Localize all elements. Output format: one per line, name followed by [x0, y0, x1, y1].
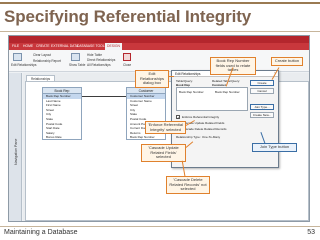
- create-new-button[interactable]: Create New...: [250, 112, 274, 118]
- relationship-line[interactable]: [82, 96, 126, 97]
- navigation-pane-label: Navigation Pane: [14, 138, 18, 165]
- show-table-button[interactable]: Show Table: [69, 63, 85, 67]
- relationship-report-button[interactable]: Relationship Report: [33, 59, 61, 63]
- hide-table-button[interactable]: Hide Table: [87, 53, 102, 57]
- table-field: Book Rep Number: [130, 135, 155, 140]
- access-screenshot: FILE HOME CREATE EXTERNAL DATA DATABASE …: [8, 35, 310, 222]
- callout-join-type-button: Join Type button: [252, 143, 297, 152]
- enforce-ri-checkbox[interactable]: [176, 115, 180, 119]
- callout-arrow: [169, 76, 174, 77]
- page-number: 53: [307, 229, 315, 236]
- field-cell[interactable]: Book Rep Number: [179, 90, 204, 94]
- edit-relationships-button[interactable]: Edit Relationships: [11, 63, 37, 67]
- window-titlebar: [9, 36, 309, 43]
- clear-layout-button[interactable]: Clear Layout: [33, 53, 51, 57]
- close-icon[interactable]: [123, 53, 131, 61]
- navigation-pane[interactable]: Navigation Pane: [9, 73, 22, 221]
- relationship-type-label: Relationship Type:: [176, 135, 201, 139]
- slide-title: Specifying Referential Integrity: [4, 7, 252, 26]
- show-table-icon[interactable]: [71, 53, 80, 61]
- tab-file[interactable]: FILE: [12, 44, 19, 48]
- tab-design[interactable]: DESIGN: [105, 43, 122, 50]
- tab-database-tools[interactable]: DATABASE TOOLS: [77, 44, 107, 48]
- ribbon-tabs: FILE HOME CREATE EXTERNAL DATA DATABASE …: [9, 43, 309, 50]
- footer-divider: [0, 226, 320, 227]
- field-grid[interactable]: Book Rep Number Book Rep Number: [176, 87, 248, 111]
- callout-cascade-update: 'Cascade Update Related Fields' selected: [141, 144, 186, 162]
- top-accent-bar: [0, 2, 320, 4]
- relationship-type-value: One-To-Many: [202, 135, 221, 139]
- callout-edit-relationships-dialog: Edit Relationships dialog box: [135, 70, 169, 88]
- direct-relationships-button[interactable]: Direct Relationships: [87, 58, 115, 62]
- all-relationships-button[interactable]: All Relationships: [87, 63, 111, 67]
- book-rep-table[interactable]: Book Rep Book Rep Number Last Name First…: [42, 87, 82, 140]
- tab-external-data[interactable]: EXTERNAL DATA: [51, 44, 78, 48]
- enforce-ri-label: Enforce Referential Integrity: [182, 115, 220, 119]
- callout-enforce-ri: 'Enforce Referential Integrity' selected: [145, 121, 186, 135]
- close-button[interactable]: Close: [123, 63, 131, 67]
- cancel-button[interactable]: Cancel: [250, 88, 274, 94]
- table-field: Bonus Rate: [46, 135, 62, 140]
- create-button[interactable]: Create: [250, 80, 274, 86]
- ribbon: Edit Relationships Clear Layout Relation…: [9, 50, 309, 72]
- cascade-delete-label: Cascade Delete Related Records: [182, 127, 227, 131]
- edit-relationships-icon[interactable]: [13, 53, 22, 61]
- callout-cascade-delete: 'Cascade Delete Related Records' not sel…: [166, 176, 210, 194]
- related-field-cell[interactable]: Book Rep Number: [215, 90, 240, 94]
- tab-create[interactable]: CREATE: [36, 44, 50, 48]
- footer-text: Maintaining a Database: [4, 229, 78, 236]
- callout-create-button: Create button: [271, 57, 303, 66]
- tab-home[interactable]: HOME: [23, 44, 33, 48]
- title-divider: [0, 31, 320, 32]
- join-type-button[interactable]: Join Type...: [250, 104, 274, 110]
- callout-book-rep-number-fields: Book Rep Number fields used to relate ta…: [210, 57, 256, 75]
